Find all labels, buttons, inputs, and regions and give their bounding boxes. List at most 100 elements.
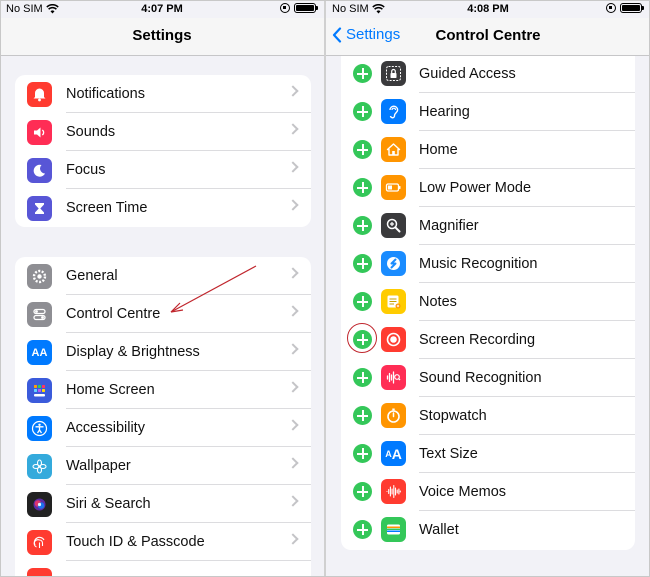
screen-recording-icon <box>381 327 406 352</box>
control-row-home[interactable]: Home <box>341 131 635 169</box>
page-title: Settings <box>132 27 192 44</box>
row-label: Display & Brightness <box>66 344 200 360</box>
settings-row-siri-search[interactable]: Siri & Search <box>15 485 311 523</box>
home-screen-icon <box>27 378 52 403</box>
settings-row-wallpaper[interactable]: Wallpaper <box>15 447 311 485</box>
control-centre-screen: No SIM 4:08 PM Settings Control Centre G… <box>326 0 650 577</box>
control-label: Wallet <box>419 522 459 538</box>
add-control-button[interactable] <box>353 216 372 235</box>
control-label: Music Recognition <box>419 256 538 272</box>
wallpaper-icon <box>27 454 52 479</box>
hearing-icon <box>381 99 406 124</box>
chevron-right-icon <box>287 85 299 97</box>
settings-row-notifications[interactable]: Notifications <box>15 75 311 113</box>
settings-row-partial[interactable] <box>15 561 311 577</box>
add-control-button[interactable] <box>353 64 372 83</box>
add-control-button[interactable] <box>353 368 372 387</box>
settings-row-screen-time[interactable]: Screen Time <box>15 189 311 227</box>
control-row-sound-recognition[interactable]: Sound Recognition <box>341 359 635 397</box>
add-control-button[interactable] <box>353 520 372 539</box>
control-row-guided-access[interactable]: Guided Access <box>341 56 635 93</box>
add-control-button[interactable] <box>353 254 372 273</box>
row-label: General <box>66 268 118 284</box>
guided-access-icon <box>381 61 406 86</box>
control-label: Home <box>419 142 458 158</box>
settings-row-touch-id[interactable]: Touch ID & Passcode <box>15 523 311 561</box>
add-control-button[interactable] <box>353 444 372 463</box>
control-row-magnifier[interactable]: Magnifier <box>341 207 635 245</box>
control-row-stopwatch[interactable]: Stopwatch <box>341 397 635 435</box>
general-icon <box>27 264 52 289</box>
home-icon <box>381 137 406 162</box>
voice-memos-icon <box>381 479 406 504</box>
row-label: Siri & Search <box>66 496 151 512</box>
notifications-icon <box>27 82 52 107</box>
settings-row-accessibility[interactable]: Accessibility <box>15 409 311 447</box>
control-row-hearing[interactable]: Hearing <box>341 93 635 131</box>
control-centre-icon <box>27 302 52 327</box>
settings-row-general[interactable]: General <box>15 257 311 295</box>
control-row-screen-recording[interactable]: Screen Recording <box>341 321 635 359</box>
add-control-button[interactable] <box>353 140 372 159</box>
status-right <box>280 3 318 13</box>
add-control-button[interactable] <box>353 482 372 501</box>
settings-row-display-brightness[interactable]: AA Display & Brightness <box>15 333 311 371</box>
wallet-icon <box>381 517 406 542</box>
control-row-music-recognition[interactable]: Music Recognition <box>341 245 635 283</box>
chevron-right-icon <box>287 305 299 317</box>
nav-bar: Settings <box>0 18 324 56</box>
settings-group-1: Notifications Sounds Focus Screen Time <box>15 75 311 227</box>
row-label: Sounds <box>66 124 116 140</box>
notes-icon <box>381 289 406 314</box>
row-label: Touch ID & Passcode <box>66 534 205 550</box>
control-row-voice-memos[interactable]: Voice Memos <box>341 473 635 511</box>
status-bar: No SIM 4:07 PM <box>0 0 324 18</box>
annotation-circle <box>347 323 377 353</box>
settings-row-sounds[interactable]: Sounds <box>15 113 311 151</box>
control-row-notes[interactable]: Notes <box>341 283 635 321</box>
control-row-low-power-mode[interactable]: Low Power Mode <box>341 169 635 207</box>
row-label: Notifications <box>66 86 145 102</box>
status-bar: No SIM 4:08 PM <box>326 0 650 18</box>
status-time: 4:08 PM <box>467 3 509 15</box>
more-controls-list: Guided Access Hearing Home Low Power Mod… <box>341 56 635 550</box>
sounds-icon <box>27 120 52 145</box>
settings-row-focus[interactable]: Focus <box>15 151 311 189</box>
settings-row-home-screen[interactable]: Home Screen <box>15 371 311 409</box>
chevron-right-icon <box>287 161 299 173</box>
nav-bar: Settings Control Centre <box>326 18 650 56</box>
chevron-right-icon <box>287 495 299 507</box>
row-label: Screen Time <box>66 200 148 216</box>
add-control-button[interactable] <box>353 102 372 121</box>
chevron-right-icon <box>287 419 299 431</box>
settings-row-control-centre[interactable]: Control Centre <box>15 295 311 333</box>
row-label: Home Screen <box>66 382 155 398</box>
status-right <box>606 3 644 13</box>
settings-screen: No SIM 4:07 PM Settings Notifications So… <box>0 0 324 577</box>
control-label: Sound Recognition <box>419 370 542 386</box>
add-control-button[interactable] <box>353 406 372 425</box>
settings-group-2: General Control Centre AA Display & Brig… <box>15 257 311 577</box>
display-icon: AA <box>27 340 52 365</box>
chevron-right-icon <box>287 533 299 545</box>
chevron-right-icon <box>287 457 299 469</box>
control-row-text-size[interactable]: AA Text Size <box>341 435 635 473</box>
chevron-right-icon <box>287 343 299 355</box>
add-control-button[interactable] <box>353 178 372 197</box>
sound-recognition-icon <box>381 365 406 390</box>
control-label: Text Size <box>419 446 478 462</box>
row-label: Wallpaper <box>66 458 131 474</box>
emergency-sos-icon <box>27 568 52 577</box>
battery-icon <box>294 3 318 13</box>
orientation-lock-icon <box>280 3 290 13</box>
control-label: Notes <box>419 294 457 310</box>
low-power-icon <box>381 175 406 200</box>
screen-time-icon <box>27 196 52 221</box>
control-label: Voice Memos <box>419 484 507 500</box>
magnifier-icon <box>381 213 406 238</box>
chevron-right-icon <box>287 381 299 393</box>
battery-icon <box>620 3 644 13</box>
orientation-lock-icon <box>606 3 616 13</box>
control-row-wallet[interactable]: Wallet <box>341 511 635 549</box>
add-control-button[interactable] <box>353 292 372 311</box>
